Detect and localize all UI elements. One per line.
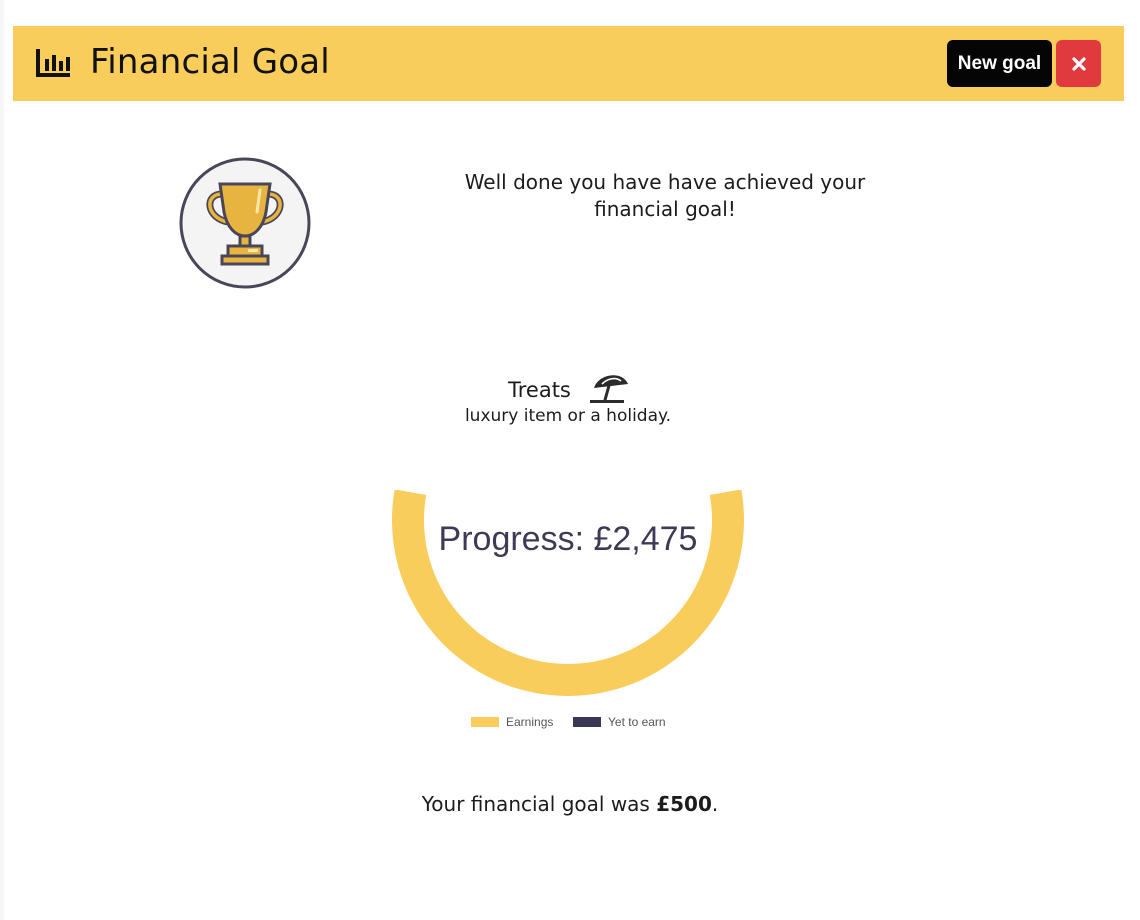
chart-title: Progress: £2,475 [439,520,698,558]
final-goal-suffix: . [711,792,719,816]
final-goal-text: Your financial goal was £500. [300,790,840,818]
trophy-icon [179,157,311,289]
final-goal-amount: £500 [656,792,712,816]
new-goal-button[interactable]: New goal [947,40,1052,87]
beach-umbrella-icon [590,375,628,403]
final-goal-prefix: Your financial goal was [421,792,657,816]
bar-chart-icon [36,49,70,77]
legend-label-earnings[interactable]: Earnings [506,715,553,729]
legend-swatch-yet-to-earn[interactable] [573,717,601,727]
chart-clip-mask [380,470,760,520]
header-bar: Financial Goal New goal [13,26,1124,101]
page-edge [0,0,4,920]
legend-swatch-earnings[interactable] [471,717,499,727]
progress-doughnut-chart: Progress: £2,475 Earnings Yet to earn [380,470,760,729]
legend-label-yet-to-earn[interactable]: Yet to earn [608,715,666,729]
goal-description: luxury item or a holiday. [464,406,672,426]
trophy-badge [178,156,312,290]
close-icon [1071,56,1086,71]
close-button[interactable] [1056,40,1101,87]
page-title: Financial Goal [90,42,330,82]
achievement-message: Well done you have have achieved your fi… [464,170,866,221]
goal-name: Treats [508,378,571,402]
